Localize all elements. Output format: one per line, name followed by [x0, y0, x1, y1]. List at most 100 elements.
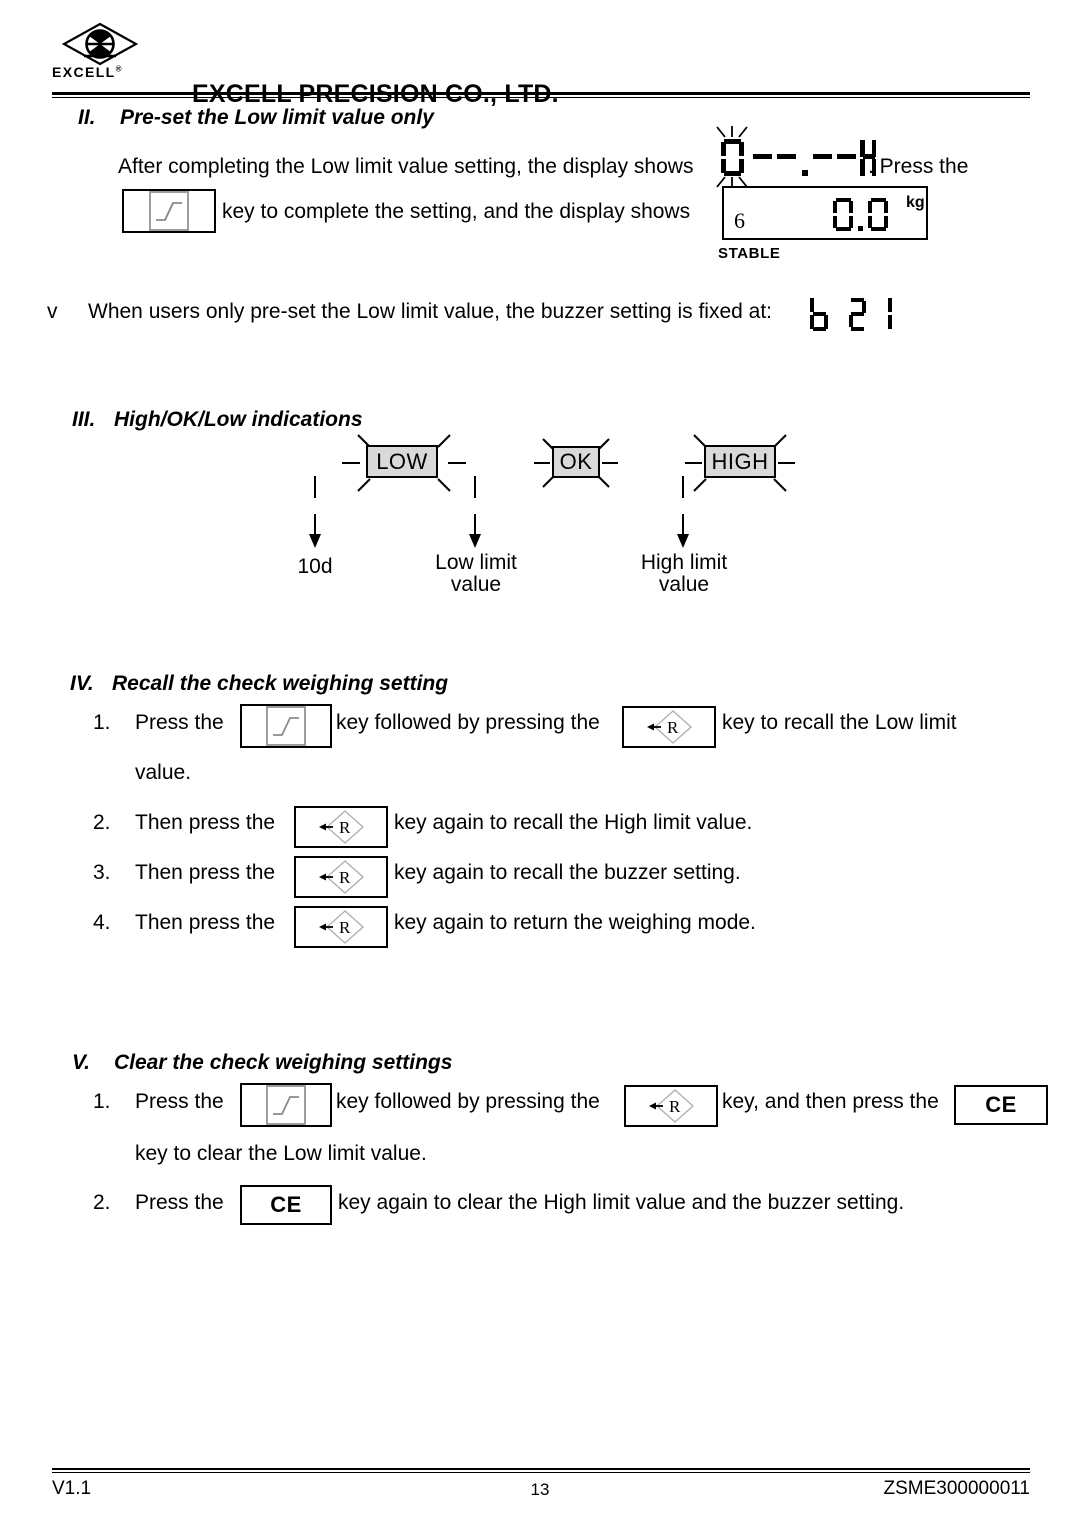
note-text: When users only pre-set the Low limit va… [88, 300, 772, 323]
callout-high-limit: High limit value [626, 551, 742, 597]
section-iv-step3-text2: key again to recall the buzzer setting. [394, 861, 741, 884]
stable-arrow-indicator: 6 [734, 208, 745, 233]
footer-divider [52, 1468, 1030, 1473]
note-bullet: v [47, 300, 58, 323]
badge-ok-label: OK [559, 449, 593, 474]
ramp-step-icon [273, 1096, 299, 1115]
svg-text:R: R [339, 868, 351, 887]
ce-key-label: CE [985, 1092, 1017, 1117]
badge-high-label: HIGH [711, 448, 769, 474]
section-iv-step3-number: 3. [93, 861, 111, 884]
section-iv-step1-text3: key to recall the Low limit [722, 711, 957, 734]
recall-r-icon: R [647, 710, 693, 744]
recall-r-icon: R [319, 910, 365, 944]
section-iv-step1-text4: value. [135, 761, 192, 784]
ce-key-button[interactable]: CE [240, 1185, 332, 1225]
section-v-step2-number: 2. [93, 1191, 111, 1214]
section-iv-step4-number: 4. [93, 911, 111, 934]
footer-doc-code: ZSME300000011 [883, 1478, 1030, 1499]
section-iv-step1-number: 1. [93, 711, 111, 734]
section-ii-numeral: II. [78, 106, 96, 129]
section-iv-step1-text2: key followed by pressing the [336, 711, 600, 734]
set-key-inner [266, 706, 306, 746]
svg-text:R: R [667, 718, 679, 737]
callout-high-limit-line2: value [658, 573, 710, 597]
section-v-step2-text1: Press the [135, 1191, 224, 1214]
section-iv-numeral: IV. [70, 672, 94, 695]
set-key-inner [149, 191, 189, 231]
page-header: EXCELL® EXCELL PRECISION CO., LTD. [52, 22, 1032, 108]
section-v-title: Clear the check weighing settings [114, 1051, 453, 1074]
blink-rays-icon [716, 126, 748, 188]
section-v-step1-text2: key followed by pressing the [336, 1090, 600, 1113]
badge-ok: OK [552, 446, 600, 478]
set-key-button[interactable] [122, 189, 216, 233]
set-key-button[interactable] [240, 704, 332, 748]
section-v-heading: V. Clear the check weighing settings [72, 1051, 452, 1075]
arrow-to-high-limit-icon [677, 476, 689, 548]
section-v-step1-text4: key to clear the Low limit value. [135, 1142, 427, 1165]
callout-low-limit-line1: Low limit [435, 551, 517, 574]
lcd-value-digits [833, 198, 888, 231]
callout-low-limit: Low limit value [418, 551, 534, 597]
recall-key-button[interactable]: R [624, 1085, 718, 1127]
svg-text:R: R [339, 818, 351, 837]
recall-r-icon: R [649, 1089, 695, 1123]
section-ii-line2: key to complete the setting, and the dis… [222, 200, 691, 223]
section-ii-line1-tail: . Press the [868, 155, 969, 178]
document-page: EXCELL® EXCELL PRECISION CO., LTD. II. Pr… [0, 0, 1080, 1526]
section-iv-title: Recall the check weighing setting [112, 672, 449, 695]
section-iv-step3-text1: Then press the [135, 861, 276, 884]
set-key-inner [266, 1085, 306, 1125]
buzzer-setting-digits [808, 296, 914, 338]
stable-label: STABLE [718, 245, 781, 262]
callout-10d-line1: 10d [297, 555, 333, 578]
section-v-step1-text3: key, and then press the [722, 1090, 939, 1113]
section-v-step1-text1: Press the [135, 1090, 224, 1113]
ce-key-label: CE [270, 1192, 302, 1217]
svg-text:R: R [339, 918, 351, 937]
badge-low-label: LOW [376, 448, 428, 474]
section-iv-step2-text2: key again to recall the High limit value… [394, 811, 753, 834]
section-v-step1-number: 1. [93, 1090, 111, 1113]
header-divider [52, 92, 1030, 98]
section-ii-title: Pre-set the Low limit value only [120, 106, 434, 129]
badge-high: HIGH [704, 445, 776, 478]
recall-key-button[interactable]: R [294, 806, 388, 848]
callout-high-limit-line1: High limit [640, 551, 728, 574]
section-iv-step1-text1: Press the [135, 711, 224, 734]
section-ii-heading: II. Pre-set the Low limit value only [78, 106, 434, 130]
excell-diamond-logo [62, 22, 138, 66]
ramp-step-icon [273, 717, 299, 736]
section-iv-step2-number: 2. [93, 811, 111, 834]
badge-low: LOW [366, 445, 438, 478]
lcd-display-panel: 6 kg [722, 186, 928, 240]
section-iii-numeral: III. [72, 408, 96, 431]
section-iv-heading: IV. Recall the check weighing setting [70, 672, 448, 696]
company-logo: EXCELL® [52, 22, 148, 84]
recall-r-icon: R [319, 810, 365, 844]
ramp-step-icon [156, 202, 182, 221]
section-v-numeral: V. [72, 1051, 90, 1074]
arrow-to-10d-icon [309, 476, 321, 548]
preset-display-digits [706, 126, 877, 188]
callout-10d: 10d [258, 555, 372, 578]
recall-key-button[interactable]: R [294, 856, 388, 898]
section-v-step2-text2: key again to clear the High limit value … [338, 1191, 905, 1214]
section-iv-step2-text1: Then press the [135, 811, 276, 834]
section-iv-step4-text1: Then press the [135, 911, 276, 934]
section-ii-line1: After completing the Low limit value set… [118, 155, 694, 178]
callout-low-limit-line2: value [450, 573, 502, 597]
recall-r-icon: R [319, 860, 365, 894]
set-key-button[interactable] [240, 1083, 332, 1127]
recall-key-button[interactable]: R [294, 906, 388, 948]
section-iii-title: High/OK/Low indications [114, 408, 363, 431]
ce-key-button[interactable]: CE [954, 1085, 1048, 1125]
arrow-to-low-limit-icon [469, 476, 481, 548]
logo-wordmark: EXCELL® [52, 64, 122, 80]
section-iv-step4-text2: key again to return the weighing mode. [394, 911, 756, 934]
section-iii-heading: III. High/OK/Low indications [72, 408, 363, 432]
svg-text:R: R [669, 1097, 681, 1116]
recall-key-button[interactable]: R [622, 706, 716, 748]
lcd-unit-label: kg [906, 194, 925, 211]
